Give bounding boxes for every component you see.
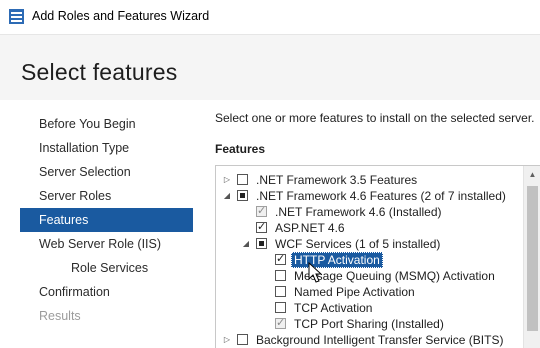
tree-item-tcp-port-sharing[interactable]: ✓ TCP Port Sharing (Installed)	[216, 316, 516, 332]
scroll-up-icon[interactable]: ▲	[524, 166, 540, 183]
feature-label[interactable]: WCF Services (1 of 5 installed)	[275, 236, 440, 252]
tree-item-net35[interactable]: ▷ .NET Framework 3.5 Features	[216, 172, 516, 188]
feature-checkbox[interactable]	[237, 174, 248, 185]
feature-label[interactable]: .NET Framework 3.5 Features	[256, 172, 417, 188]
feature-label[interactable]: Background Intelligent Transfer Service …	[256, 332, 503, 348]
feature-checkbox: ✓	[275, 317, 286, 329]
page-header: Select features	[0, 35, 540, 100]
feature-label[interactable]: TCP Port Sharing (Installed)	[294, 316, 444, 332]
feature-checkbox[interactable]	[237, 334, 248, 345]
page-title: Select features	[21, 59, 178, 85]
nav-item-web-server-role[interactable]: Web Server Role (IIS)	[20, 232, 193, 256]
feature-checkbox[interactable]	[275, 302, 286, 313]
feature-checkbox: ✓	[256, 205, 267, 217]
feature-checkbox[interactable]	[275, 286, 286, 297]
nav-item-installation-type[interactable]: Installation Type	[20, 136, 193, 160]
nav-item-results: Results	[39, 309, 81, 323]
feature-label[interactable]: TCP Activation	[294, 300, 372, 316]
scrollbar-thumb[interactable]	[527, 186, 538, 331]
feature-label[interactable]: Message Queuing (MSMQ) Activation	[294, 268, 495, 284]
partial-check-icon	[240, 193, 245, 198]
feature-checkbox[interactable]: ✓	[275, 253, 286, 265]
tree-item-aspnet46[interactable]: ✓ ASP.NET 4.6	[216, 220, 516, 236]
window-title: Add Roles and Features Wizard	[32, 9, 210, 23]
instructions-text: Select one or more features to install o…	[215, 111, 535, 125]
nav-item-features[interactable]: Features	[20, 208, 193, 232]
collapse-icon[interactable]: ◢	[241, 236, 251, 252]
nav-item-role-services[interactable]: Role Services	[20, 256, 193, 280]
tree-item-msmq-activation[interactable]: Message Queuing (MSMQ) Activation	[216, 268, 516, 284]
expand-icon[interactable]: ▷	[222, 332, 232, 348]
partial-check-icon	[259, 241, 264, 246]
tree-item-net46-core[interactable]: ✓ .NET Framework 4.6 (Installed)	[216, 204, 516, 220]
tree-item-tcp-activation[interactable]: TCP Activation	[216, 300, 516, 316]
features-heading: Features	[215, 142, 266, 156]
feature-label[interactable]: HTTP Activation	[291, 252, 383, 268]
wizard-nav: Before You Begin Installation Type Serve…	[20, 112, 193, 328]
tree-item-net46[interactable]: ◢ .NET Framework 4.6 Features (2 of 7 ins…	[216, 188, 516, 204]
check-icon: ✓	[257, 221, 267, 233]
nav-item-server-selection[interactable]: Server Selection	[20, 160, 193, 184]
feature-label[interactable]: Named Pipe Activation	[294, 284, 415, 300]
check-icon: ✓	[276, 317, 286, 329]
tree-item-bits[interactable]: ▷ Background Intelligent Transfer Service…	[216, 332, 516, 348]
collapse-icon[interactable]: ◢	[222, 188, 232, 204]
expand-icon[interactable]: ▷	[222, 172, 232, 188]
feature-label[interactable]: .NET Framework 4.6 (Installed)	[275, 204, 442, 220]
check-icon: ✓	[257, 205, 267, 217]
vertical-scrollbar[interactable]: ▲	[523, 166, 540, 348]
feature-checkbox[interactable]	[275, 270, 286, 281]
feature-checkbox[interactable]: ✓	[256, 221, 267, 233]
nav-item-confirmation[interactable]: Confirmation	[20, 280, 193, 304]
feature-checkbox[interactable]	[256, 238, 267, 249]
server-manager-icon	[9, 9, 24, 24]
tree-item-named-pipe-activation[interactable]: Named Pipe Activation	[216, 284, 516, 300]
tree-item-wcf-services[interactable]: ◢ WCF Services (1 of 5 installed)	[216, 236, 516, 252]
nav-item-server-roles[interactable]: Server Roles	[20, 184, 193, 208]
tree-item-http-activation[interactable]: ✓ HTTP Activation	[216, 252, 516, 268]
nav-item-before-you-begin[interactable]: Before You Begin	[20, 112, 193, 136]
feature-label[interactable]: ASP.NET 4.6	[275, 220, 345, 236]
title-bar: Add Roles and Features Wizard	[0, 0, 540, 35]
features-tree[interactable]: ▷ Background Intelligent Transfer Service…	[215, 165, 540, 348]
check-icon: ✓	[276, 253, 286, 265]
feature-checkbox[interactable]	[237, 190, 248, 201]
feature-label[interactable]: .NET Framework 4.6 Features (2 of 7 inst…	[256, 188, 506, 204]
